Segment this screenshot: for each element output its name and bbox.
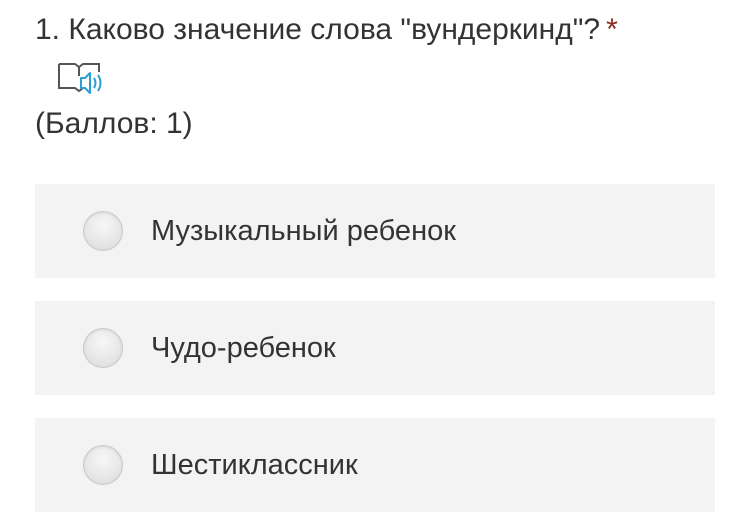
required-mark: * — [606, 13, 618, 46]
radio-unchecked-icon[interactable] — [83, 328, 123, 368]
answer-option-2[interactable]: Чудо-ребенок — [35, 301, 715, 395]
question-text: 1. Каково значение слова "вундеркинд"? — [35, 13, 601, 46]
option-label: Чудо-ребенок — [151, 331, 336, 364]
radio-unchecked-icon[interactable] — [83, 445, 123, 485]
points-label: (Баллов: 1) — [35, 107, 193, 140]
answer-option-1[interactable]: Музыкальный ребенок — [35, 184, 715, 278]
radio-unchecked-icon[interactable] — [83, 211, 123, 251]
option-label: Шестиклассник — [151, 448, 358, 481]
book-speaker-icon[interactable] — [57, 58, 107, 96]
answer-option-3[interactable]: Шестиклассник — [35, 418, 715, 512]
option-label: Музыкальный ребенок — [151, 214, 456, 247]
question-title: 1. Каково значение слова "вундеркинд"? * — [35, 10, 618, 50]
